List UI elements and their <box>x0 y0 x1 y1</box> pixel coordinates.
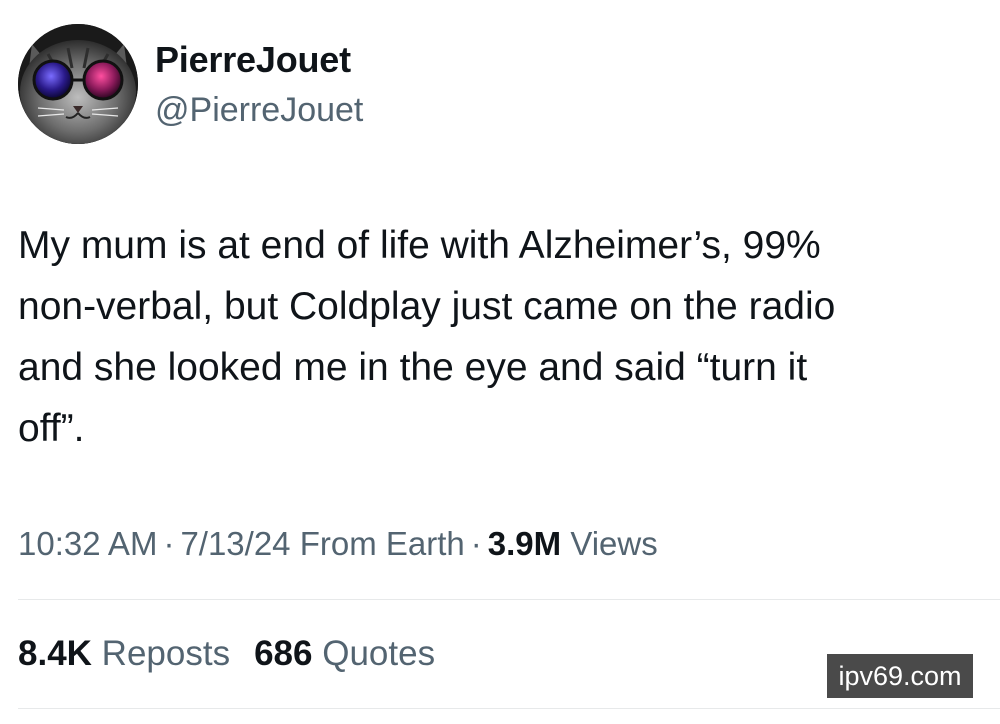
reposts-label: Reposts <box>101 634 231 673</box>
separator-dot: · <box>163 525 175 562</box>
tweet-text-line: off”. <box>18 407 85 450</box>
tweet-text-line: non-verbal, but Coldplay just came on th… <box>18 285 836 328</box>
views-label: Views <box>570 525 658 562</box>
engagement-stats: 8.4K Reposts 686 Quotes <box>18 632 435 676</box>
reposts-count: 8.4K <box>18 634 92 673</box>
separator-dot: · <box>470 525 482 562</box>
quotes-count: 686 <box>254 634 313 673</box>
divider <box>18 599 1000 600</box>
tweet-text-line: and she looked me in the eye and said “t… <box>18 346 808 389</box>
cat-avatar-icon <box>18 24 138 144</box>
tweet-metadata: 10:32 AM · 7/13/24 From Earth · 3.9M Views <box>18 522 658 566</box>
tweet-text: My mum is at end of life with Alzheimer’… <box>18 215 983 459</box>
views-count: 3.9M <box>487 525 562 562</box>
quotes-label: Quotes <box>322 634 436 673</box>
tweet-source: From Earth <box>299 525 465 562</box>
tweet-date[interactable]: 7/13/24 <box>180 525 290 562</box>
watermark: ipv69.com <box>827 654 973 698</box>
avatar[interactable] <box>18 24 138 144</box>
author-handle[interactable]: @PierreJouet <box>155 88 363 132</box>
quotes-stat[interactable]: 686 Quotes <box>254 634 435 673</box>
reposts-stat[interactable]: 8.4K Reposts <box>18 634 230 673</box>
tweet-text-line: My mum is at end of life with Alzheimer’… <box>18 224 821 267</box>
author-display-name[interactable]: PierreJouet <box>155 38 351 82</box>
divider <box>18 708 1000 709</box>
tweet-time[interactable]: 10:32 AM <box>18 525 157 562</box>
